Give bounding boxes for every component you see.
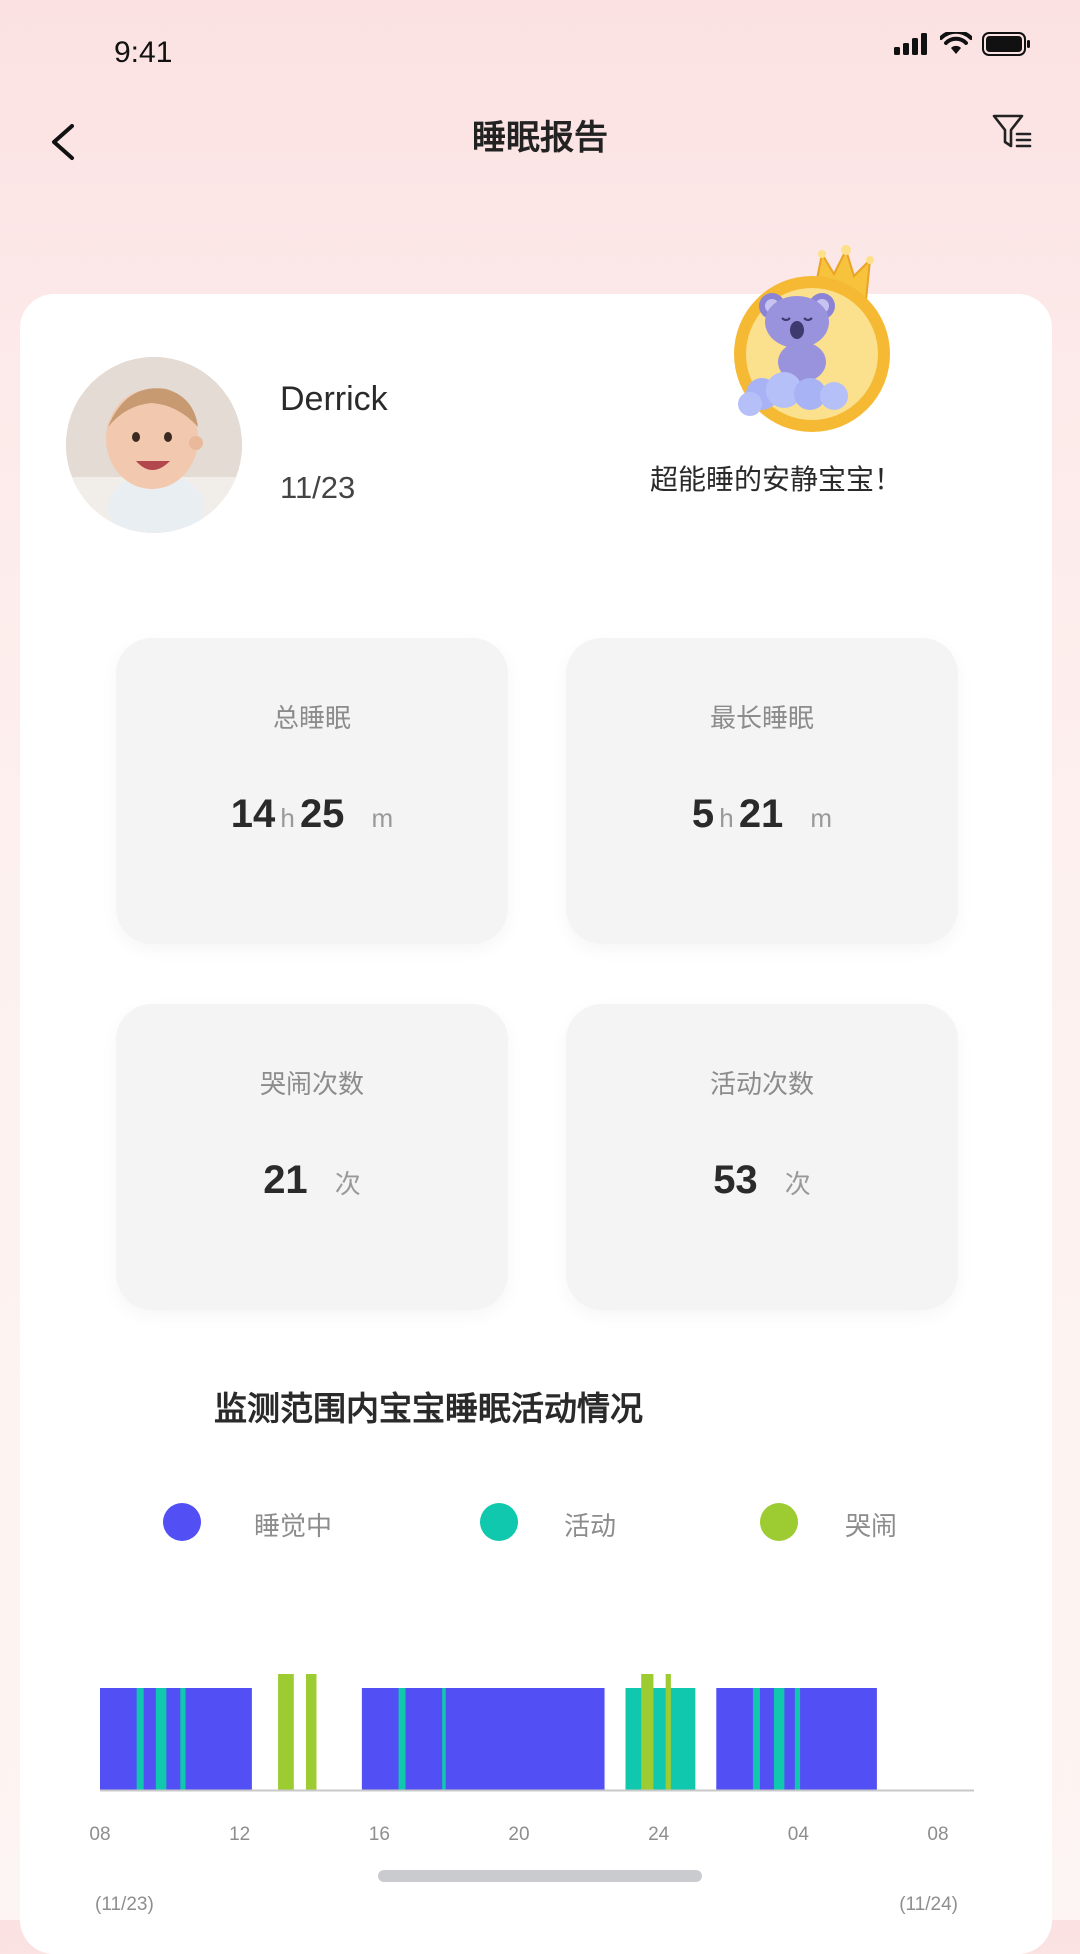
home-indicator (378, 1870, 702, 1882)
minutes-value: 25 (299, 792, 345, 836)
stat-label: 总睡眠 (272, 704, 351, 734)
timeline-segment-睡觉中 (361, 1688, 605, 1790)
legend-activity-dot (480, 1503, 518, 1541)
date-label: (11/24) (899, 1894, 958, 1915)
status-icons (894, 32, 1032, 56)
x-tick-label: 20 (508, 1824, 529, 1845)
timeline-segment-哭闹 (641, 1674, 654, 1790)
timeline-segment-活动 (625, 1688, 696, 1790)
x-tick-label: 12 (229, 1824, 250, 1845)
legend-sleep-dot (163, 1503, 201, 1541)
x-tick-label: 24 (648, 1824, 670, 1845)
count-unit: 次 (334, 1169, 361, 1199)
x-tick-label: 16 (369, 1824, 390, 1845)
timeline-segment-活动 (398, 1688, 406, 1790)
stat-total-sleep[interactable]: 总睡眠 14 h 25 m (116, 638, 508, 944)
stat-value: 14 h 25 m (116, 792, 508, 837)
hours-unit: h (280, 803, 295, 833)
timeline-segment-睡觉中 (100, 1688, 252, 1790)
minutes-unit: m (371, 803, 394, 833)
battery-icon (982, 32, 1030, 56)
signal-icon (894, 33, 927, 55)
page-title: 睡眠报告 (472, 118, 608, 158)
stat-value: 5 h 21 m (566, 792, 958, 837)
stat-label: 哭闹次数 (259, 1070, 364, 1100)
timeline-segment-活动 (180, 1688, 186, 1790)
minutes-unit: m (810, 803, 833, 833)
chart-section-title: 监测范围内宝宝睡眠活动情况 (214, 1389, 643, 1428)
timeline-segment-哭闹 (665, 1674, 671, 1790)
report-date: 11/23 (280, 470, 356, 505)
hours-value: 14 (230, 792, 276, 836)
timeline-segment-活动 (773, 1688, 785, 1790)
hours-value: 5 (691, 792, 715, 836)
stat-label: 活动次数 (709, 1070, 814, 1100)
filter-icon (992, 114, 1032, 148)
filter-button[interactable] (990, 110, 1036, 156)
baby-name: Derrick (280, 380, 388, 418)
legend-crying-label: 哭闹 (845, 1512, 898, 1542)
wifi-icon (940, 32, 972, 54)
stat-label: 最长睡眠 (709, 704, 814, 734)
minutes-value: 21 (738, 792, 784, 836)
stat-activity-count[interactable]: 活动次数 53 次 (566, 1004, 958, 1310)
timeline-segment-活动 (794, 1688, 801, 1790)
count-value: 21 (263, 1158, 308, 1202)
crown-moon-koala-icon (734, 245, 890, 432)
avatar (66, 357, 242, 533)
stat-cry-count[interactable]: 哭闹次数 21 次 (116, 1004, 508, 1310)
legend-crying-dot (760, 1503, 798, 1541)
stat-longest-sleep[interactable]: 最长睡眠 5 h 21 m (566, 638, 958, 944)
timeline-segment-活动 (752, 1688, 760, 1790)
baby-photo (66, 357, 242, 533)
hours-unit: h (719, 803, 734, 833)
timeline-segment-哭闹 (278, 1674, 294, 1790)
timeline-segment-活动 (136, 1688, 144, 1790)
x-tick-label: 08 (89, 1824, 110, 1845)
x-tick-label: 04 (788, 1824, 810, 1845)
legend-sleep-label: 睡觉中 (254, 1512, 333, 1542)
stat-value: 53 次 (566, 1158, 958, 1203)
badge-caption: 超能睡的安静宝宝！ (650, 463, 903, 496)
x-tick-label: 08 (927, 1824, 948, 1845)
stat-value: 21 次 (116, 1158, 508, 1203)
koala-badge (726, 244, 896, 444)
status-time: 9:41 (114, 36, 173, 69)
timeline-segment-活动 (442, 1688, 446, 1790)
timeline-segment-活动 (155, 1688, 167, 1790)
legend-activity-label: 活动 (564, 1512, 617, 1542)
date-label: (11/23) (95, 1894, 154, 1915)
count-unit: 次 (784, 1169, 811, 1199)
count-value: 53 (713, 1158, 758, 1202)
timeline-segment-哭闹 (306, 1674, 317, 1790)
